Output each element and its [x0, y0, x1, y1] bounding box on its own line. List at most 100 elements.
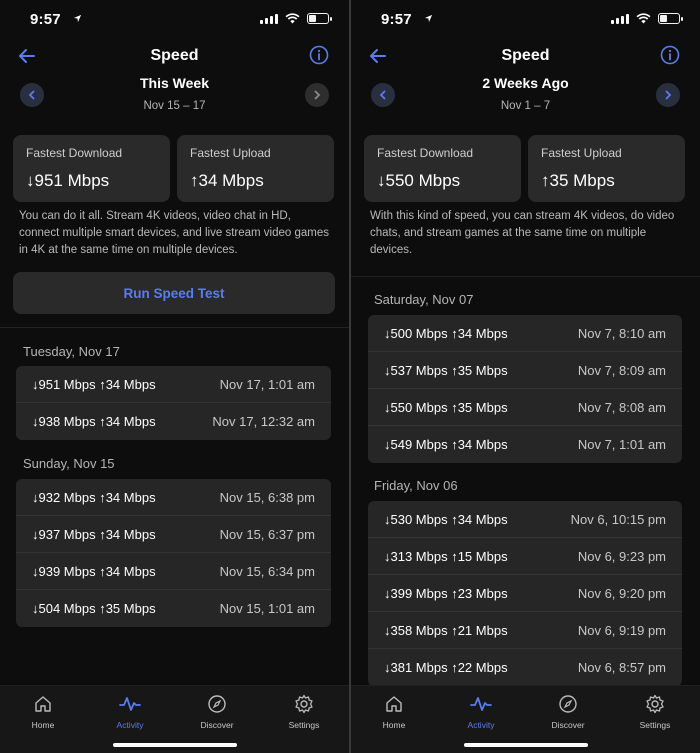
info-icon[interactable] — [660, 45, 680, 65]
fastest-upload-label: Fastest Upload — [190, 146, 271, 160]
status-bar: 9:57 — [351, 0, 700, 40]
cellular-signal-icon — [611, 13, 629, 24]
result-group: ↓500 Mbps ↑34 Mbps Nov 7, 8:10 am ↓537 M… — [368, 315, 682, 463]
gear-icon — [295, 694, 313, 714]
speed-result-row[interactable]: ↓530 Mbps ↑34 Mbps Nov 6, 10:15 pm — [368, 501, 682, 538]
speed-values: ↓381 Mbps ↑22 Mbps — [384, 660, 508, 675]
speed-result-row[interactable]: ↓938 Mbps ↑34 Mbps Nov 17, 12:32 am — [16, 403, 331, 440]
speed-result-row[interactable]: ↓399 Mbps ↑23 Mbps Nov 6, 9:20 pm — [368, 575, 682, 612]
chevron-right-icon — [314, 90, 321, 100]
tab-home[interactable]: Home — [359, 691, 429, 730]
tab-discover[interactable]: Discover — [182, 691, 252, 730]
speed-values: ↓537 Mbps ↑35 Mbps — [384, 362, 508, 378]
cellular-signal-icon — [260, 13, 278, 24]
tab-discover[interactable]: Discover — [533, 691, 603, 730]
info-icon[interactable] — [309, 45, 329, 65]
status-time: 9:57 — [30, 11, 61, 28]
fastest-upload-value: ↑35 Mbps — [541, 171, 615, 190]
period-label: 2 Weeks Ago — [482, 75, 569, 91]
speed-values: ↓399 Mbps ↑23 Mbps — [384, 585, 508, 601]
tab-label: Home — [31, 720, 55, 730]
speed-result-row[interactable]: ↓537 Mbps ↑35 Mbps Nov 7, 8:09 am — [368, 352, 682, 389]
speed-values: ↓549 Mbps ↑34 Mbps — [384, 437, 508, 452]
fastest-download-value: ↓550 Mbps — [377, 171, 461, 190]
fastest-upload-label: Fastest Upload — [541, 146, 622, 160]
result-group: ↓951 Mbps ↑34 Mbps Nov 17, 1:01 am ↓938 … — [16, 366, 331, 440]
fastest-download-label: Fastest Download — [377, 146, 474, 160]
fastest-upload-card: Fastest Upload ↑34 Mbps — [177, 135, 334, 202]
period-label: This Week — [140, 75, 209, 91]
speed-result-row[interactable]: ↓932 Mbps ↑34 Mbps Nov 15, 6:38 pm — [16, 479, 331, 516]
chevron-left-icon — [28, 90, 35, 100]
status-time: 9:57 — [381, 11, 412, 28]
result-time: Nov 7, 8:08 am — [577, 399, 666, 415]
speed-result-row[interactable]: ↓358 Mbps ↑21 Mbps Nov 6, 9:19 pm — [368, 612, 682, 649]
result-time: Nov 6, 9:19 pm — [577, 622, 666, 638]
speed-result-row[interactable]: ↓504 Mbps ↑35 Mbps Nov 15, 1:01 am — [16, 590, 331, 627]
tab-label: Activity — [116, 720, 144, 730]
speed-result-row[interactable]: ↓937 Mbps ↑34 Mbps Nov 15, 6:37 pm — [16, 516, 331, 553]
speed-values: ↓358 Mbps ↑21 Mbps — [384, 622, 508, 638]
tab-home[interactable]: Home — [8, 691, 78, 730]
fastest-download-value: ↓951 Mbps — [26, 171, 110, 190]
tab-label: Discover — [200, 720, 234, 730]
speed-result-row[interactable]: ↓381 Mbps ↑22 Mbps Nov 6, 8:57 pm — [368, 649, 682, 686]
tab-bar: Home Activity Discover Settings — [0, 685, 349, 753]
result-time: Nov 6, 9:20 pm — [577, 585, 666, 601]
location-arrow-icon — [73, 14, 82, 23]
result-time: Nov 15, 6:37 pm — [219, 526, 315, 542]
result-time: Nov 15, 6:38 pm — [219, 489, 315, 505]
day-header: Saturday, Nov 07 — [374, 292, 474, 307]
run-speed-test-button[interactable]: Run Speed Test — [13, 272, 335, 314]
speed-result-row[interactable]: ↓549 Mbps ↑34 Mbps Nov 7, 1:01 am — [368, 426, 682, 463]
speed-values: ↓932 Mbps ↑34 Mbps — [32, 489, 156, 505]
speed-values: ↓500 Mbps ↑34 Mbps — [384, 325, 508, 341]
result-time: Nov 17, 1:01 am — [219, 376, 315, 392]
speed-result-row[interactable]: ↓550 Mbps ↑35 Mbps Nov 7, 8:08 am — [368, 389, 682, 426]
result-time: Nov 15, 6:34 pm — [219, 563, 315, 579]
activity-icon — [119, 697, 141, 711]
result-time: Nov 15, 1:01 am — [219, 601, 315, 616]
speed-values: ↓313 Mbps ↑15 Mbps — [384, 548, 508, 564]
divider — [0, 327, 349, 328]
wifi-icon — [285, 13, 300, 24]
page-title: Speed — [501, 47, 550, 64]
home-icon — [386, 696, 402, 712]
tab-activity[interactable]: Activity — [95, 691, 165, 730]
speed-result-row[interactable]: ↓313 Mbps ↑15 Mbps Nov 6, 9:23 pm — [368, 538, 682, 575]
next-period-button[interactable] — [305, 83, 329, 107]
result-time: Nov 7, 1:01 am — [577, 437, 666, 452]
divider — [351, 276, 700, 277]
tab-label: Activity — [467, 720, 495, 730]
page-title: Speed — [150, 47, 199, 64]
result-time: Nov 6, 9:23 pm — [577, 548, 666, 564]
result-time: Nov 6, 10:15 pm — [570, 511, 666, 527]
tab-activity[interactable]: Activity — [446, 691, 516, 730]
speed-result-row[interactable]: ↓500 Mbps ↑34 Mbps Nov 7, 8:10 am — [368, 315, 682, 352]
result-group: ↓530 Mbps ↑34 Mbps Nov 6, 10:15 pm ↓313 … — [368, 501, 682, 686]
speed-values: ↓504 Mbps ↑35 Mbps — [32, 601, 156, 616]
day-header: Tuesday, Nov 17 — [23, 344, 120, 359]
day-header: Friday, Nov 06 — [374, 478, 458, 493]
speed-result-row[interactable]: ↓939 Mbps ↑34 Mbps Nov 15, 6:34 pm — [16, 553, 331, 590]
result-time: Nov 17, 12:32 am — [212, 414, 315, 429]
tab-settings[interactable]: Settings — [620, 691, 690, 730]
compass-icon — [559, 695, 577, 713]
tab-settings[interactable]: Settings — [269, 691, 339, 730]
fastest-download-card: Fastest Download ↓951 Mbps — [13, 135, 170, 202]
status-bar: 9:57 — [0, 0, 349, 40]
next-period-button[interactable] — [656, 83, 680, 107]
speed-description: With this kind of speed, you can stream … — [370, 210, 675, 256]
speed-description: You can do it all. Stream 4K videos, vid… — [19, 210, 330, 256]
fastest-download-card: Fastest Download ↓550 Mbps — [364, 135, 521, 202]
battery-icon — [658, 13, 683, 24]
wifi-icon — [636, 13, 651, 24]
home-indicator[interactable] — [463, 743, 588, 747]
date-range: Nov 15 – 17 — [143, 100, 206, 112]
home-indicator[interactable] — [112, 743, 237, 747]
speed-result-row[interactable]: ↓951 Mbps ↑34 Mbps Nov 17, 1:01 am — [16, 366, 331, 403]
activity-icon — [470, 697, 492, 711]
tab-bar: Home Activity Discover Settings — [351, 685, 700, 753]
tab-label: Discover — [551, 720, 585, 730]
result-time: Nov 7, 8:10 am — [577, 325, 666, 341]
